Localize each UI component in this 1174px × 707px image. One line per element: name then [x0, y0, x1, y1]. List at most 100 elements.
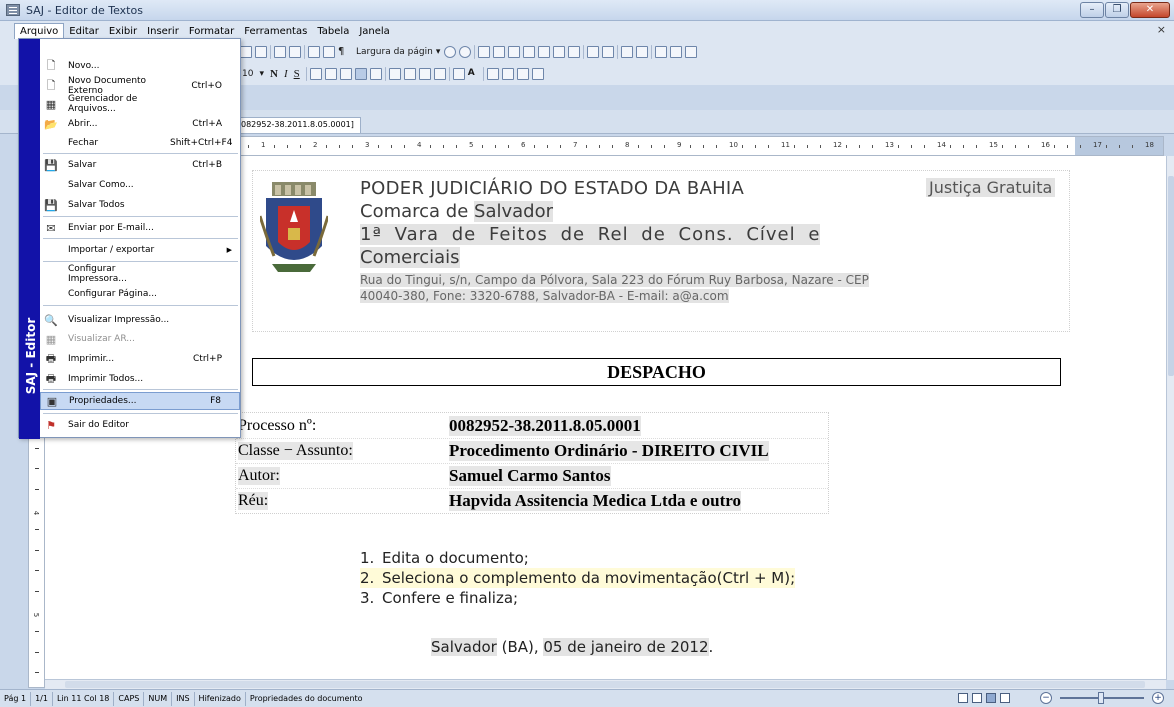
highlight-icon[interactable] — [452, 68, 465, 80]
ruler-number: 17 — [1093, 141, 1102, 149]
line-spacing-icon[interactable] — [369, 68, 382, 80]
scrollbar-thumb[interactable] — [65, 681, 1145, 688]
menu-item-fechar[interactable]: Fechar Shift+Ctrl+F4 — [40, 134, 240, 152]
font-size-field[interactable]: 10 — [242, 69, 253, 79]
zoom-out-icon[interactable] — [444, 46, 457, 58]
menu-item-enviar-email[interactable]: ✉ Enviar por E-mail... — [40, 219, 240, 237]
left-frame — [0, 134, 20, 694]
filter-icon[interactable] — [670, 46, 683, 58]
table-icon[interactable] — [308, 46, 320, 58]
underline-icon[interactable]: S — [294, 68, 300, 80]
menu-editar[interactable]: Editar — [64, 24, 104, 39]
exit-icon: ⚑ — [46, 418, 56, 432]
menu-ferramentas[interactable]: Ferramentas — [239, 24, 312, 39]
paragraph-mark-icon[interactable]: ¶ — [338, 46, 350, 58]
zoom-out-button[interactable]: − — [1040, 692, 1052, 704]
menu-item-importar-exportar[interactable]: Importar / exportar ▶ — [40, 241, 240, 259]
table-grid-icon[interactable] — [478, 46, 491, 58]
align-center-icon[interactable] — [324, 68, 337, 80]
normal-view-icon[interactable] — [958, 693, 968, 703]
menu-item-propriedades[interactable]: ▣ Propriedades... F8 — [40, 392, 240, 410]
distribute-icon[interactable] — [636, 46, 649, 58]
menu-arquivo[interactable]: Arquivo — [14, 23, 65, 39]
menu-inserir[interactable]: Inserir — [142, 24, 184, 39]
menu-item-salvar-todos[interactable]: 💾 Salvar Todos — [40, 196, 240, 214]
columns-icon[interactable] — [323, 46, 335, 58]
zoom-slider-handle[interactable] — [1098, 692, 1104, 704]
bullets-icon[interactable] — [388, 68, 401, 80]
delete-column-icon[interactable] — [538, 46, 551, 58]
horizontal-scrollbar[interactable] — [45, 679, 1166, 689]
tab-document[interactable]: 082952-38.2011.8.05.0001] — [234, 117, 361, 133]
shading-icon[interactable] — [602, 46, 615, 58]
format-painter-icon[interactable] — [255, 46, 267, 58]
comarca-value: Salvador — [474, 201, 554, 222]
menu-item-salvar-como[interactable]: Salvar Como... — [40, 176, 240, 194]
insert-row-icon[interactable] — [493, 46, 506, 58]
horizontal-ruler[interactable]: 1 2 3 4 5 6 7 8 9 10 11 12 13 14 15 16 17 18 — [238, 136, 1164, 156]
minimize-button[interactable]: – — [1080, 2, 1104, 18]
menu-item-visualizar-impressao[interactable]: 🔍 Visualizar Impressão... — [40, 311, 240, 329]
menu-item-imprimir[interactable]: 🖶 Imprimir... Ctrl+P — [40, 350, 240, 368]
borders-icon[interactable] — [587, 46, 600, 58]
small-caps-icon[interactable] — [501, 68, 514, 80]
menu-item-configurar-pagina[interactable]: Configurar Página... — [40, 285, 240, 303]
redo-icon[interactable] — [289, 46, 301, 58]
align-right-icon[interactable] — [339, 68, 352, 80]
scrollbar-thumb[interactable] — [1168, 176, 1174, 376]
menu-item-configurar-impressora[interactable]: Configurar Impressora... — [40, 264, 240, 284]
ruler-tick — [35, 488, 39, 490]
menu-item-salvar[interactable]: 💾 Salvar Ctrl+B — [40, 156, 240, 174]
zoom-in-icon[interactable] — [459, 46, 472, 58]
split-cells-icon[interactable] — [568, 46, 581, 58]
chevron-down-icon[interactable]: ▾ — [436, 47, 441, 57]
menu-item-imprimir-todos[interactable]: 🖶 Imprimir Todos... — [40, 370, 240, 388]
menu-item-novo-externo[interactable]: 🗋 Novo Documento Externo Ctrl+O — [40, 76, 240, 96]
font-color-icon[interactable]: A — [468, 68, 480, 80]
menu-item-novo[interactable]: 🗋 Novo... — [40, 57, 240, 75]
menu-item-gerenciador[interactable]: ▦ Gerenciador de Arquivos... — [40, 94, 240, 114]
superscript-icon[interactable] — [516, 68, 529, 80]
chevron-down-icon[interactable]: ▾ — [259, 69, 264, 79]
delete-row-icon[interactable] — [523, 46, 536, 58]
save-icon: 💾 — [44, 158, 58, 172]
merge-cells-icon[interactable] — [553, 46, 566, 58]
restore-button[interactable]: ❐ — [1105, 2, 1129, 18]
subscript-icon[interactable] — [531, 68, 544, 80]
ruler-tick — [1015, 145, 1016, 148]
menu-janela[interactable]: Janela — [354, 24, 394, 39]
zoom-in-button[interactable]: + — [1152, 692, 1164, 704]
menu-item-abrir[interactable]: 📂 Abrir... Ctrl+A — [40, 115, 240, 133]
uppercase-icon[interactable] — [486, 68, 499, 80]
italic-icon[interactable]: I — [284, 68, 288, 80]
align-cell-icon[interactable] — [621, 46, 634, 58]
zoom-select[interactable]: Largura da págin — [353, 47, 436, 57]
numbering-icon[interactable] — [403, 68, 416, 80]
undo-icon[interactable] — [274, 46, 286, 58]
align-left-icon[interactable] — [309, 68, 322, 80]
two-page-view-icon[interactable] — [1000, 693, 1010, 703]
zoom-slider[interactable] — [1060, 692, 1144, 704]
ruler-tick — [768, 145, 769, 148]
decrease-indent-icon[interactable] — [418, 68, 431, 80]
menu-item-sair[interactable]: ⚑ Sair do Editor — [40, 416, 240, 434]
page-view-icon[interactable] — [972, 693, 982, 703]
ruler-tick — [287, 145, 288, 148]
menu-formatar[interactable]: Formatar — [184, 24, 239, 39]
close-button[interactable]: ✕ — [1130, 2, 1170, 18]
justify-icon[interactable] — [354, 68, 367, 80]
vertical-scrollbar[interactable] — [1166, 156, 1174, 680]
ruler-tick — [430, 145, 431, 148]
insert-field-icon[interactable] — [655, 46, 668, 58]
print-layout-icon[interactable] — [986, 693, 996, 703]
menu-tabela[interactable]: Tabela — [312, 24, 354, 39]
ruler-tick — [560, 145, 561, 148]
insert-column-icon[interactable] — [508, 46, 521, 58]
menu-exibir[interactable]: Exibir — [104, 24, 142, 39]
table-properties-icon[interactable] — [685, 46, 698, 58]
increase-indent-icon[interactable] — [433, 68, 446, 80]
ruler-tick — [404, 145, 405, 148]
paste-icon[interactable] — [240, 46, 252, 58]
bold-icon[interactable]: N — [270, 68, 278, 80]
document-close-icon[interactable]: × — [1157, 23, 1166, 36]
